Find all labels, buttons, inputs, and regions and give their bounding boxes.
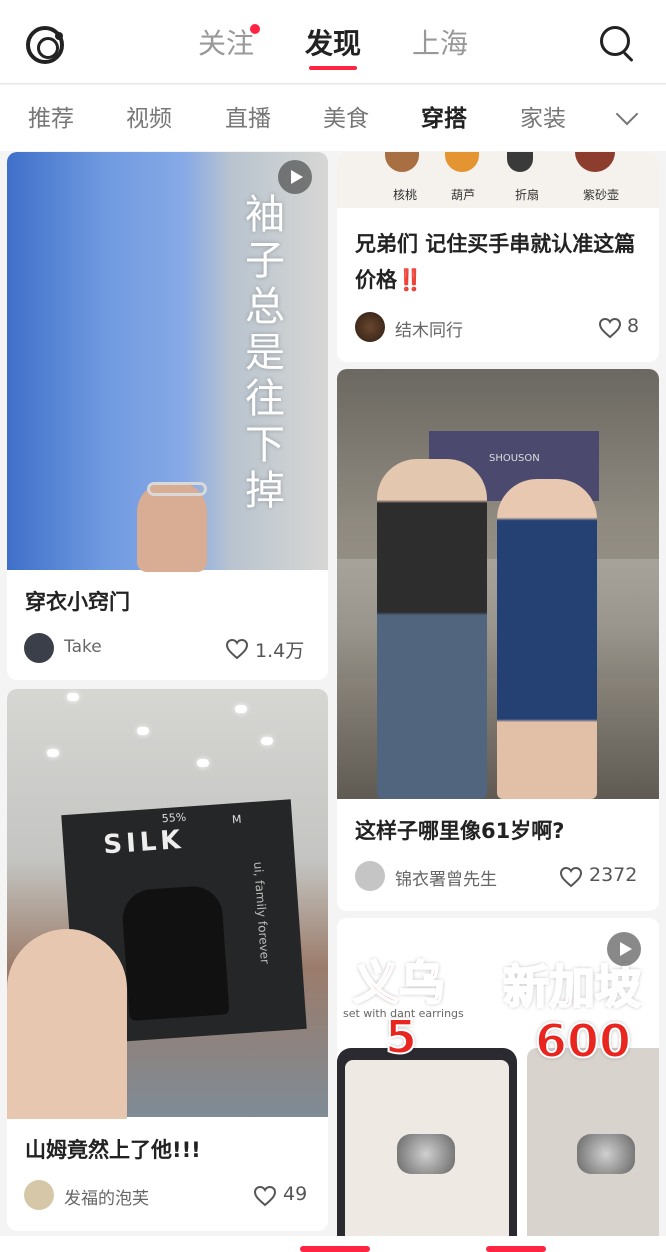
avatar[interactable] <box>24 1180 54 1210</box>
category-recommend[interactable]: 推荐 <box>28 103 74 135</box>
category-live[interactable]: 直播 <box>225 103 271 135</box>
avatar[interactable] <box>24 633 54 663</box>
card-image[interactable]: 袖子总是往下掉 <box>7 152 328 572</box>
like-count: 49 <box>283 1183 308 1205</box>
feed-card[interactable]: set with dant earrings 义乌 5 新加坡 600 <box>337 918 659 1248</box>
like-count: 1.4万 <box>255 640 305 662</box>
category-food[interactable]: 美食 <box>323 103 369 135</box>
person <box>377 459 487 799</box>
heart-icon[interactable] <box>598 317 622 339</box>
category-outfit[interactable]: 穿搭 <box>421 103 467 135</box>
notification-dot <box>250 24 260 34</box>
avatar[interactable] <box>355 861 385 891</box>
card-image[interactable]: SHOUSON <box>337 369 659 799</box>
hand <box>7 929 127 1119</box>
image-label: 折扇 <box>515 188 540 202</box>
tab-discover[interactable]: 发现 <box>305 24 361 64</box>
feed-card[interactable]: SILK M 55% ui, family forever 山姆竟然上了他!!!… <box>7 689 328 1231</box>
image-label: 葫芦 <box>451 188 476 202</box>
author-name[interactable]: 发福的泡芙 <box>64 1184 149 1209</box>
app-logo-icon[interactable] <box>26 26 64 64</box>
image-label: 核桃 <box>393 188 418 202</box>
top-bar: 关注 发现 上海 <box>0 0 666 84</box>
card-image[interactable]: 核桃 葫芦 折扇 紫砂壶 <box>337 152 659 208</box>
bottom-strip <box>0 1236 666 1252</box>
avatar[interactable] <box>355 312 385 342</box>
feed-card[interactable]: 袖子总是往下掉 穿衣小窍门 Take 1.4万 <box>7 152 328 680</box>
like-count: 2372 <box>589 864 638 886</box>
heart-icon[interactable] <box>559 866 583 888</box>
heart-icon[interactable] <box>253 1185 277 1207</box>
card-title[interactable]: 山姆竟然上了他!!! <box>25 1132 314 1168</box>
city-label: 义乌 <box>352 956 446 1010</box>
author-name[interactable]: 锦衣署曾先生 <box>395 865 497 890</box>
ring <box>397 1134 455 1174</box>
heart-icon[interactable] <box>225 638 249 660</box>
category-home[interactable]: 家装 <box>520 103 566 135</box>
price-label: 5 <box>384 1010 418 1064</box>
card-image[interactable]: set with dant earrings 义乌 5 新加坡 600 <box>337 918 659 1248</box>
category-video[interactable]: 视频 <box>126 103 172 135</box>
card-title[interactable]: 穿衣小窍门 <box>25 584 314 620</box>
price-label: 600 <box>534 1014 632 1068</box>
like-count: 8 <box>627 315 640 337</box>
feed-card[interactable]: SHOUSON 这样子哪里像61岁啊? 锦衣署曾先生 2372 <box>337 369 659 911</box>
card-title[interactable]: 兄弟们 记住买手串就认准这篇价格‼️ <box>355 226 645 298</box>
play-icon <box>607 932 641 966</box>
bracelet <box>147 482 207 496</box>
search-icon[interactable] <box>600 26 636 63</box>
image-label: 紫砂壶 <box>583 188 620 202</box>
overlay-text: 袖子总是往下掉 <box>245 192 287 514</box>
card-image[interactable]: SILK M 55% ui, family forever <box>7 689 328 1119</box>
tab-city[interactable]: 上海 <box>412 24 468 64</box>
card-title[interactable]: 这样子哪里像61岁啊? <box>355 813 645 849</box>
tab-follow[interactable]: 关注 <box>198 24 254 64</box>
feed-card[interactable]: 核桃 葫芦 折扇 紫砂壶 兄弟们 记住买手串就认准这篇价格‼️ 结木同行 8 <box>337 152 659 362</box>
city-label: 新加坡 <box>502 960 642 1014</box>
active-tab-underline <box>309 66 357 70</box>
author-name[interactable]: 结木同行 <box>395 316 463 341</box>
author-name[interactable]: Take <box>64 637 102 657</box>
person <box>497 479 597 799</box>
category-bar: 推荐 视频 直播 美食 穿搭 家装 <box>0 85 666 151</box>
ring <box>577 1134 635 1174</box>
play-icon <box>278 160 312 194</box>
